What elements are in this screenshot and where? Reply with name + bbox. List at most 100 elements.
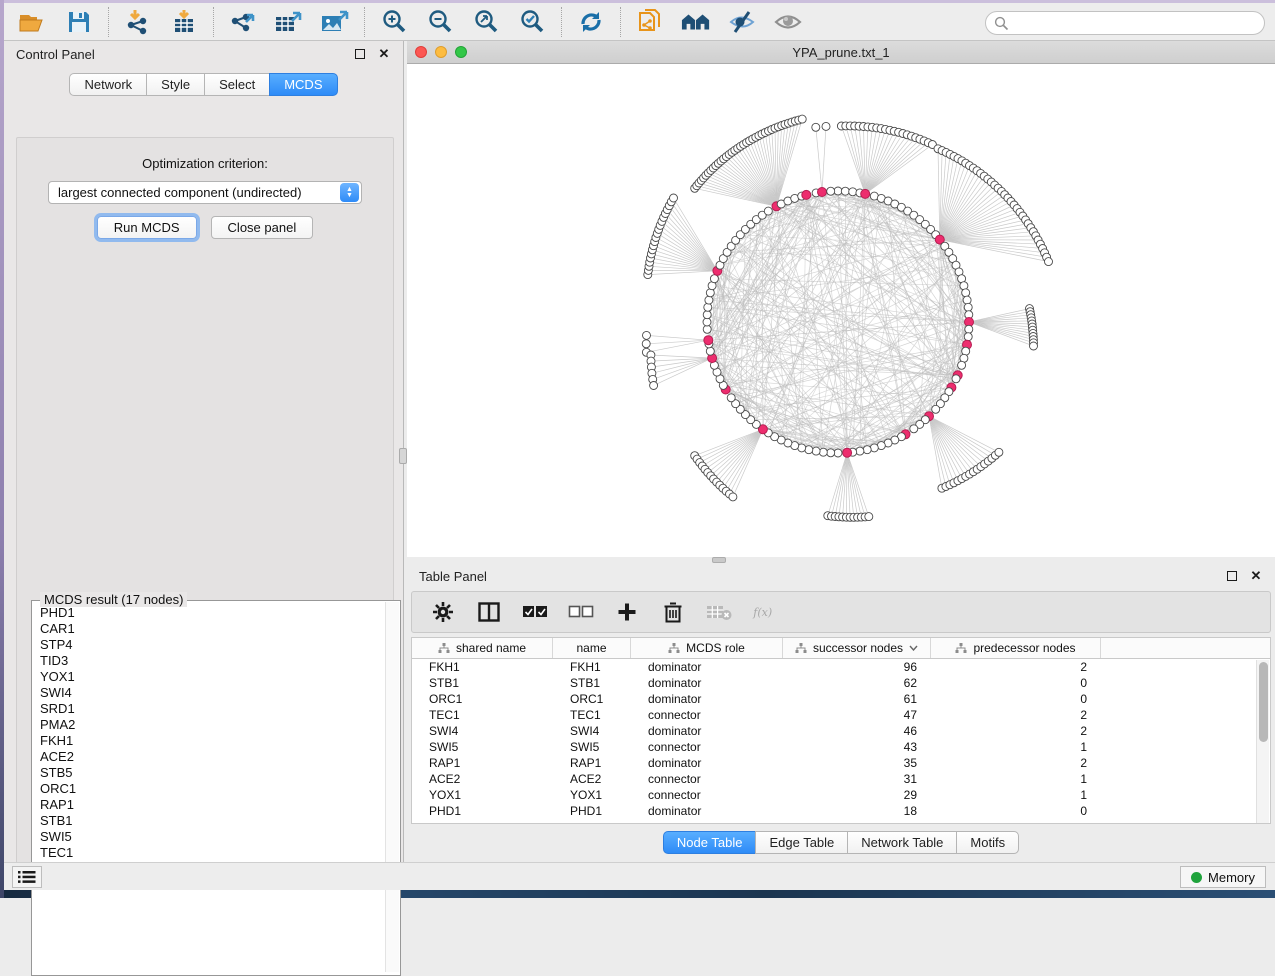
table-settings-button[interactable] bbox=[430, 599, 456, 625]
criterion-dropdown[interactable]: largest connected component (undirected)… bbox=[48, 181, 362, 204]
memory-button[interactable]: Memory bbox=[1180, 866, 1266, 888]
search-input[interactable] bbox=[1013, 16, 1243, 31]
mcds-result-item[interactable]: FKH1 bbox=[40, 733, 385, 749]
leaf-node[interactable] bbox=[1045, 258, 1053, 266]
leaf-node[interactable] bbox=[995, 448, 1003, 456]
new-network-from-selection-button[interactable] bbox=[635, 8, 665, 36]
mcds-result-item[interactable]: STP4 bbox=[40, 637, 385, 653]
tab-network-table[interactable]: Network Table bbox=[847, 831, 956, 854]
zoom-in-button[interactable] bbox=[379, 8, 409, 36]
node-table[interactable]: shared name name MCDS role successor nod… bbox=[411, 637, 1271, 824]
ring-node[interactable] bbox=[705, 296, 713, 304]
mcds-hub-node[interactable] bbox=[861, 189, 870, 198]
mcds-result-item[interactable]: TEC1 bbox=[40, 845, 385, 861]
ring-node[interactable] bbox=[910, 425, 918, 433]
mcds-hub-node[interactable] bbox=[843, 448, 852, 457]
ring-node[interactable] bbox=[727, 394, 735, 402]
table-row[interactable]: FKH1FKH1dominator962 bbox=[412, 659, 1270, 675]
table-row[interactable]: ACE2ACE2connector311 bbox=[412, 771, 1270, 787]
leaf-node[interactable] bbox=[642, 340, 650, 348]
ring-node[interactable] bbox=[849, 188, 857, 196]
zoom-selected-button[interactable] bbox=[517, 8, 547, 36]
hide-selected-button[interactable] bbox=[727, 8, 757, 36]
open-file-button[interactable] bbox=[18, 8, 48, 36]
ring-node[interactable] bbox=[932, 405, 940, 413]
mcds-result-item[interactable]: PHD1 bbox=[40, 605, 385, 621]
table-row[interactable]: ORC1ORC1dominator610 bbox=[412, 691, 1270, 707]
ring-node[interactable] bbox=[764, 207, 772, 215]
ring-node[interactable] bbox=[863, 446, 871, 454]
export-table-button[interactable] bbox=[274, 8, 304, 36]
column-header-name[interactable]: name bbox=[553, 638, 631, 658]
table-row[interactable]: SWI4SWI4dominator462 bbox=[412, 723, 1270, 739]
close-panel-icon[interactable]: ✕ bbox=[1249, 569, 1263, 583]
ring-node[interactable] bbox=[963, 296, 971, 304]
mcds-result-item[interactable]: ACE2 bbox=[40, 749, 385, 765]
mcds-result-list[interactable]: PHD1CAR1STP4TID3YOX1SWI4SRD1PMA2FKH1ACE2… bbox=[33, 605, 385, 969]
table-row[interactable]: SWI5SWI5connector431 bbox=[412, 739, 1270, 755]
mcds-result-item[interactable]: TID3 bbox=[40, 653, 385, 669]
table-scrollbar[interactable] bbox=[1256, 660, 1269, 823]
table-row[interactable]: YOX1YOX1connector291 bbox=[412, 787, 1270, 803]
ring-node[interactable] bbox=[841, 187, 849, 195]
mcds-hub-node[interactable] bbox=[818, 188, 827, 197]
mcds-result-item[interactable]: RAP1 bbox=[40, 797, 385, 813]
mcds-result-item[interactable]: SRD1 bbox=[40, 701, 385, 717]
table-scrollbar-thumb[interactable] bbox=[1259, 662, 1268, 742]
delete-table-button[interactable] bbox=[706, 599, 732, 625]
ring-node[interactable] bbox=[834, 449, 842, 457]
leaf-node[interactable] bbox=[729, 493, 737, 501]
zoom-fit-button[interactable] bbox=[471, 8, 501, 36]
ring-node[interactable] bbox=[703, 325, 711, 333]
mcds-list-scrollbar[interactable] bbox=[385, 602, 399, 972]
mcds-hub-node[interactable] bbox=[704, 336, 713, 345]
float-panel-icon[interactable] bbox=[353, 47, 367, 61]
mcds-result-item[interactable]: ORC1 bbox=[40, 781, 385, 797]
zoom-out-button[interactable] bbox=[425, 8, 455, 36]
save-session-button[interactable] bbox=[64, 8, 94, 36]
mcds-result-item[interactable]: PMA2 bbox=[40, 717, 385, 733]
leaf-node[interactable] bbox=[812, 123, 820, 131]
tab-edge-table[interactable]: Edge Table bbox=[755, 831, 847, 854]
tab-select[interactable]: Select bbox=[204, 73, 269, 96]
ring-node[interactable] bbox=[706, 347, 714, 355]
export-network-button[interactable] bbox=[228, 8, 258, 36]
import-network-button[interactable] bbox=[123, 8, 153, 36]
mcds-result-item[interactable]: STB1 bbox=[40, 813, 385, 829]
mcds-result-item[interactable]: SWI5 bbox=[40, 829, 385, 845]
close-panel-button[interactable]: Close panel bbox=[211, 216, 314, 239]
float-panel-icon[interactable] bbox=[1225, 569, 1239, 583]
ring-node[interactable] bbox=[704, 303, 712, 311]
apply-layout-button[interactable] bbox=[576, 8, 606, 36]
ring-node[interactable] bbox=[819, 448, 827, 456]
column-header-mcds-role[interactable]: MCDS role bbox=[631, 638, 783, 658]
leaf-node[interactable] bbox=[798, 115, 806, 123]
ring-node[interactable] bbox=[827, 187, 835, 195]
tab-network[interactable]: Network bbox=[69, 73, 146, 96]
ring-node[interactable] bbox=[703, 318, 711, 326]
table-row[interactable]: RAP1RAP1dominator352 bbox=[412, 755, 1270, 771]
ring-node[interactable] bbox=[958, 361, 966, 369]
vertical-splitter-handle[interactable] bbox=[399, 448, 407, 464]
ring-node[interactable] bbox=[964, 303, 972, 311]
ring-node[interactable] bbox=[703, 311, 711, 319]
leaf-node[interactable] bbox=[822, 122, 830, 130]
ring-node[interactable] bbox=[964, 333, 972, 341]
run-mcds-button[interactable]: Run MCDS bbox=[97, 216, 197, 239]
mcds-result-item[interactable]: YOX1 bbox=[40, 669, 385, 685]
delete-column-button[interactable] bbox=[660, 599, 686, 625]
column-header-successor-nodes[interactable]: successor nodes bbox=[783, 638, 931, 658]
first-neighbors-button[interactable] bbox=[681, 8, 711, 36]
table-row[interactable]: PHD1PHD1dominator180 bbox=[412, 803, 1270, 819]
mcds-result-item[interactable]: SWI4 bbox=[40, 685, 385, 701]
network-window-titlebar[interactable]: YPA_prune.txt_1 bbox=[407, 41, 1275, 64]
tab-mcds[interactable]: MCDS bbox=[269, 73, 337, 96]
ring-node[interactable] bbox=[965, 325, 973, 333]
ring-node[interactable] bbox=[856, 447, 864, 455]
column-header-predecessor-nodes[interactable]: predecessor nodes bbox=[931, 638, 1101, 658]
ring-node[interactable] bbox=[812, 447, 820, 455]
leaf-node[interactable] bbox=[865, 513, 873, 521]
import-table-button[interactable] bbox=[169, 8, 199, 36]
mcds-result-item[interactable]: CAR1 bbox=[40, 621, 385, 637]
close-panel-icon[interactable]: ✕ bbox=[377, 47, 391, 61]
